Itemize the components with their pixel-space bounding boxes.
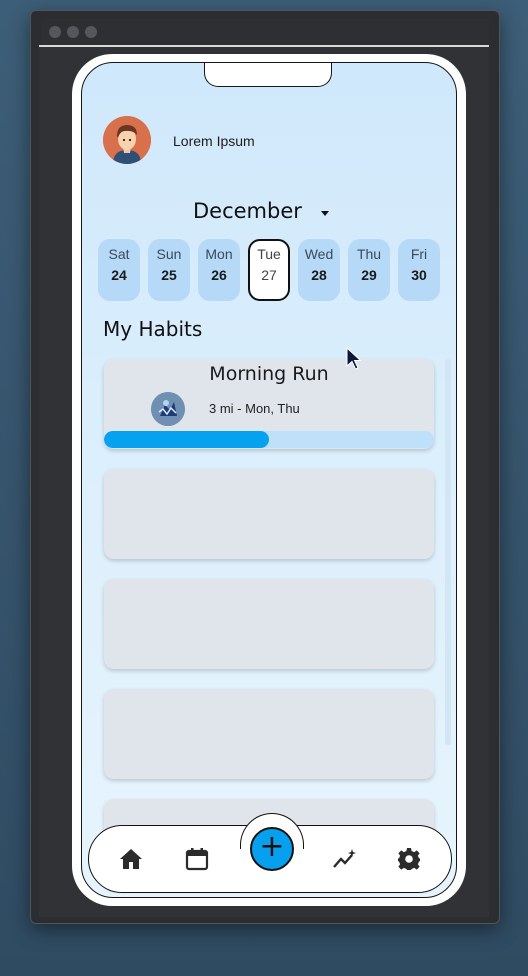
user-avatar-icon[interactable] xyxy=(103,116,151,164)
day-name: Fri xyxy=(410,246,428,262)
day-pill[interactable]: Sat 24 xyxy=(98,239,140,301)
chevron-down-icon[interactable] xyxy=(321,211,329,216)
month-selector[interactable]: December xyxy=(193,199,302,223)
close-window-button[interactable] xyxy=(49,26,61,38)
day-pill[interactable]: Sun 25 xyxy=(148,239,190,301)
settings-icon[interactable] xyxy=(394,844,424,874)
habit-card[interactable]: Morning Run 3 mi - Mon, Thu xyxy=(104,359,434,449)
day-pill[interactable]: Wed 28 xyxy=(298,239,340,301)
day-number: 28 xyxy=(311,267,327,283)
day-pill[interactable]: Thu 29 xyxy=(348,239,390,301)
day-name: Tue xyxy=(257,246,281,262)
window-titlebar xyxy=(41,19,489,45)
day-pill-selected[interactable]: Tue 27 xyxy=(248,239,290,301)
day-number: 26 xyxy=(211,267,227,283)
habit-avatar-icon xyxy=(151,392,185,426)
username: Lorem Ipsum xyxy=(173,133,255,149)
mouse-cursor-icon xyxy=(346,347,362,370)
day-number: 24 xyxy=(111,267,127,283)
day-name: Mon xyxy=(205,246,233,262)
day-name: Sat xyxy=(108,246,130,262)
habit-detail: 3 mi - Mon, Thu xyxy=(209,401,300,416)
phone-notch xyxy=(204,63,332,87)
zoom-window-button[interactable] xyxy=(85,26,97,38)
day-number: 27 xyxy=(261,267,277,283)
habit-card-placeholder[interactable] xyxy=(104,579,434,669)
habit-card-placeholder[interactable] xyxy=(104,689,434,779)
day-number: 30 xyxy=(411,267,427,283)
day-number: 29 xyxy=(361,267,377,283)
minimize-window-button[interactable] xyxy=(67,26,79,38)
habit-progress-bar xyxy=(104,431,434,448)
section-title: My Habits xyxy=(103,317,203,341)
app-screen: Lorem Ipsum December Sat 24 Sun 25 Mon 2… xyxy=(81,62,457,898)
day-pill[interactable]: Mon 26 xyxy=(198,239,240,301)
day-name: Wed xyxy=(304,246,334,262)
habit-card-placeholder[interactable] xyxy=(104,469,434,559)
habits-scrollbar[interactable] xyxy=(445,359,451,745)
calendar-icon[interactable] xyxy=(182,844,212,874)
phone-frame: Lorem Ipsum December Sat 24 Sun 25 Mon 2… xyxy=(72,54,466,906)
home-icon[interactable] xyxy=(116,844,146,874)
habit-progress-fill xyxy=(104,431,269,448)
day-number: 25 xyxy=(161,267,177,283)
day-name: Sun xyxy=(156,246,182,262)
day-pill[interactable]: Fri 30 xyxy=(398,239,440,301)
habit-title: Morning Run xyxy=(209,363,329,385)
day-name: Thu xyxy=(356,246,382,262)
add-habit-button[interactable]: + xyxy=(250,827,294,871)
stats-icon[interactable] xyxy=(330,844,360,874)
